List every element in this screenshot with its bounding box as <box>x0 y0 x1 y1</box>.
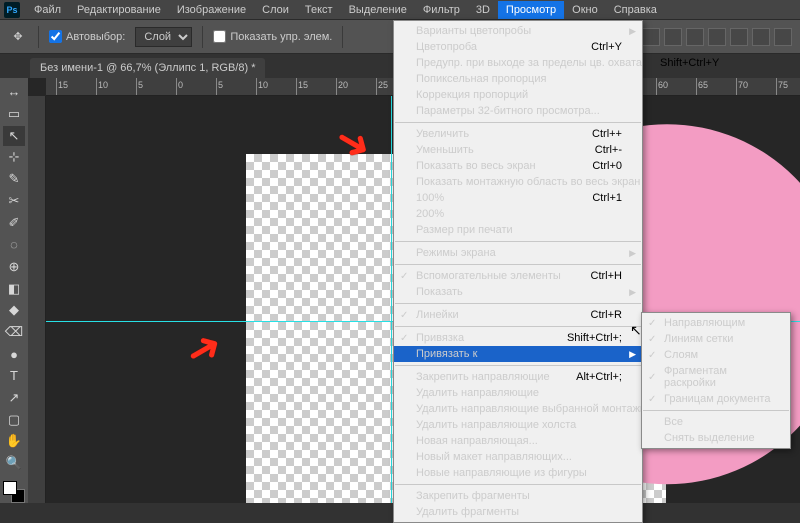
autoselect-target-select[interactable]: Слой <box>135 27 192 47</box>
menu-item[interactable]: ✓ЛинейкиCtrl+R <box>394 307 642 323</box>
foreground-color-swatch[interactable] <box>3 481 17 495</box>
ruler-vertical[interactable] <box>28 96 46 503</box>
align-icon[interactable] <box>686 28 704 46</box>
menu-select[interactable]: Выделение <box>341 1 415 19</box>
menu-item[interactable]: Показать во весь экранCtrl+0 <box>394 158 642 174</box>
menu-item: Удалить фрагменты <box>394 504 642 520</box>
menu-item: Параметры 32-битного просмотра... <box>394 103 642 119</box>
autoselect-label: Автовыбор: <box>66 31 125 43</box>
menu-item[interactable]: Удалить направляющие <box>394 385 642 401</box>
tool-heal[interactable]: ✐ <box>3 213 25 233</box>
menu-file[interactable]: Файл <box>26 1 69 19</box>
menu-item[interactable]: УвеличитьCtrl++ <box>394 126 642 142</box>
align-icon[interactable] <box>708 28 726 46</box>
menu-item[interactable]: Показать▶ <box>394 284 642 300</box>
show-controls-checkbox[interactable]: Показать упр. элем. <box>213 30 332 43</box>
tool-path[interactable]: ↗ <box>3 388 25 408</box>
autoselect-checkbox[interactable]: Автовыбор: <box>49 30 125 43</box>
menu-item[interactable]: Варианты цветопробы▶ <box>394 23 642 39</box>
snap-to-submenu: ✓Направляющим✓Линиям сетки✓Слоям✓Фрагмен… <box>641 312 791 449</box>
tool-type[interactable]: T <box>3 366 25 386</box>
submenu-item[interactable]: Снять выделение <box>642 430 790 446</box>
tool-blur[interactable]: ◆ <box>3 300 25 320</box>
menu-item[interactable]: Новая направляющая... <box>394 433 642 449</box>
tool-shape[interactable]: ▢ <box>3 410 25 430</box>
menu-item[interactable]: 100%Ctrl+1 <box>394 190 642 206</box>
tool-eraser[interactable]: ⌫ <box>3 322 25 342</box>
mode-3d-icon[interactable] <box>752 28 770 46</box>
menu-text[interactable]: Текст <box>297 1 341 19</box>
menu-item: Коррекция пропорций <box>394 87 642 103</box>
submenu-item[interactable]: ✓Слоям <box>642 347 790 363</box>
menu-item: Показать монтажную область во весь экран <box>394 174 642 190</box>
menu-item[interactable]: ✓ПривязкаShift+Ctrl+; <box>394 330 642 346</box>
menu-item[interactable]: Закрепить направляющиеAlt+Ctrl+; <box>394 369 642 385</box>
app-logo: Ps <box>4 2 20 18</box>
tool-hand[interactable]: ✋ <box>3 432 25 452</box>
submenu-item[interactable]: ✓Направляющим <box>642 315 790 331</box>
menu-item[interactable]: Удалить направляющие холста <box>394 417 642 433</box>
menu-layers[interactable]: Слои <box>254 1 297 19</box>
menu-item[interactable]: Попиксельная пропорция <box>394 71 642 87</box>
show-controls-input[interactable] <box>213 30 226 43</box>
tool-eyedropper[interactable]: ✂ <box>3 191 25 211</box>
main-menubar: Ps Файл Редактирование Изображение Слои … <box>0 0 800 20</box>
align-icon[interactable] <box>642 28 660 46</box>
tool-stamp[interactable]: ⊕ <box>3 257 25 277</box>
menu-item[interactable]: УменьшитьCtrl+- <box>394 142 642 158</box>
show-controls-label: Показать упр. элем. <box>230 31 332 43</box>
move-tool-icon[interactable]: ✥ <box>8 27 28 47</box>
menu-item[interactable]: ✓Вспомогательные элементыCtrl+H <box>394 268 642 284</box>
menu-item[interactable]: Привязать к▶ <box>394 346 642 362</box>
menu-item[interactable]: Предупр. при выходе за пределы цв. охват… <box>394 55 642 71</box>
menu-item[interactable]: Размер при печати <box>394 222 642 238</box>
tool-brush[interactable]: ◌ <box>3 235 25 255</box>
menu-item: Удалить направляющие выбранной монтажной… <box>394 401 642 417</box>
annotation-arrow: ➜ <box>176 318 231 378</box>
tool-wand[interactable]: ⊹ <box>3 148 25 168</box>
tool-crop[interactable]: ✎ <box>3 169 25 189</box>
submenu-item[interactable]: ✓Границам документа <box>642 391 790 407</box>
tool-palette: ↔ ▭ ↖ ⊹ ✎ ✂ ✐ ◌ ⊕ ◧ ◆ ⌫ ● T ↗ ▢ ✋ 🔍 <box>0 78 28 503</box>
mode-icon[interactable] <box>774 28 792 46</box>
menu-item[interactable]: ЦветопробаCtrl+Y <box>394 39 642 55</box>
menu-item[interactable]: Новый макет направляющих... <box>394 449 642 465</box>
align-icons <box>620 28 792 46</box>
menu-window[interactable]: Окно <box>564 1 606 19</box>
tool-lasso[interactable]: ↖ <box>3 126 25 146</box>
tool-zoom[interactable]: 🔍 <box>3 453 25 473</box>
tool-marquee[interactable]: ▭ <box>3 104 25 124</box>
menu-edit[interactable]: Редактирование <box>69 1 169 19</box>
menu-image[interactable]: Изображение <box>169 1 254 19</box>
view-menu-dropdown: Варианты цветопробы▶ЦветопробаCtrl+YПред… <box>393 20 643 523</box>
menu-item[interactable]: Режимы экрана▶ <box>394 245 642 261</box>
menu-item[interactable]: Закрепить фрагменты <box>394 488 642 504</box>
tool-move[interactable]: ↔ <box>3 82 25 102</box>
menu-view[interactable]: Просмотр <box>498 1 564 19</box>
color-swatches[interactable] <box>3 481 25 503</box>
menu-help[interactable]: Справка <box>606 1 665 19</box>
submenu-item: ✓Линиям сетки <box>642 331 790 347</box>
tool-gradient[interactable]: ◧ <box>3 279 25 299</box>
menu-filter[interactable]: Фильтр <box>415 1 468 19</box>
menu-3d[interactable]: 3D <box>468 1 498 19</box>
guide-vertical[interactable] <box>391 96 392 503</box>
tool-pen[interactable]: ● <box>3 344 25 364</box>
align-icon[interactable] <box>664 28 682 46</box>
align-icon[interactable] <box>730 28 748 46</box>
menu-item[interactable]: 200% <box>394 206 642 222</box>
submenu-item: Все <box>642 414 790 430</box>
autoselect-input[interactable] <box>49 30 62 43</box>
document-tab[interactable]: Без имени-1 @ 66,7% (Эллипс 1, RGB/8) * <box>30 58 265 78</box>
menu-item[interactable]: Новые направляющие из фигуры <box>394 465 642 481</box>
submenu-item: ✓Фрагментам раскройки <box>642 363 790 391</box>
